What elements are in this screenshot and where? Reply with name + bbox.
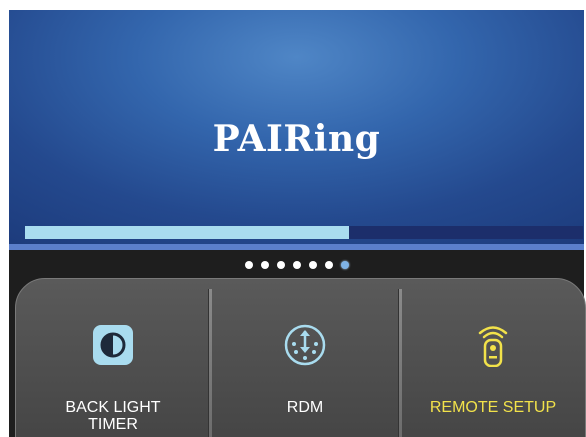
page-dot-active[interactable] — [340, 261, 349, 269]
menu-item-rdm[interactable]: RDM — [210, 279, 400, 437]
backlight-contrast-icon — [93, 325, 133, 365]
page-dot[interactable] — [292, 261, 301, 269]
page-dot[interactable] — [276, 261, 285, 269]
remote-control-icon — [478, 326, 508, 367]
page-dot[interactable] — [324, 261, 333, 269]
menu-item-label-line1: BACK LIGHT — [65, 399, 161, 416]
menu-item-label: BACK LIGHT TIMER — [16, 399, 210, 433]
page-dot[interactable] — [308, 261, 317, 269]
pairing-progress-fill — [25, 226, 349, 239]
rdm-connector-icon — [284, 324, 326, 366]
device-display: PAIRing BACK LIGHT TIMER RDM REMOTE SETU… — [0, 0, 586, 437]
menu-item-backlight-timer[interactable]: BACK LIGHT TIMER — [16, 279, 210, 437]
menu-cards: BACK LIGHT TIMER RDM REMOTE SETUP — [15, 278, 586, 437]
pairing-progress-bar — [25, 226, 583, 239]
menu-panel: BACK LIGHT TIMER RDM REMOTE SETUP — [9, 250, 586, 437]
page-dot[interactable] — [260, 261, 269, 269]
menu-item-remote-setup[interactable]: REMOTE SETUP — [400, 279, 585, 437]
menu-item-label: RDM — [286, 399, 324, 416]
page-dot[interactable] — [244, 261, 253, 269]
screen-title: PAIRing — [212, 118, 381, 160]
page-indicator — [9, 261, 584, 271]
menu-item-label: REMOTE SETUP — [429, 399, 557, 416]
pairing-screen: PAIRing — [9, 10, 584, 246]
menu-item-label-line2: TIMER — [88, 416, 138, 433]
